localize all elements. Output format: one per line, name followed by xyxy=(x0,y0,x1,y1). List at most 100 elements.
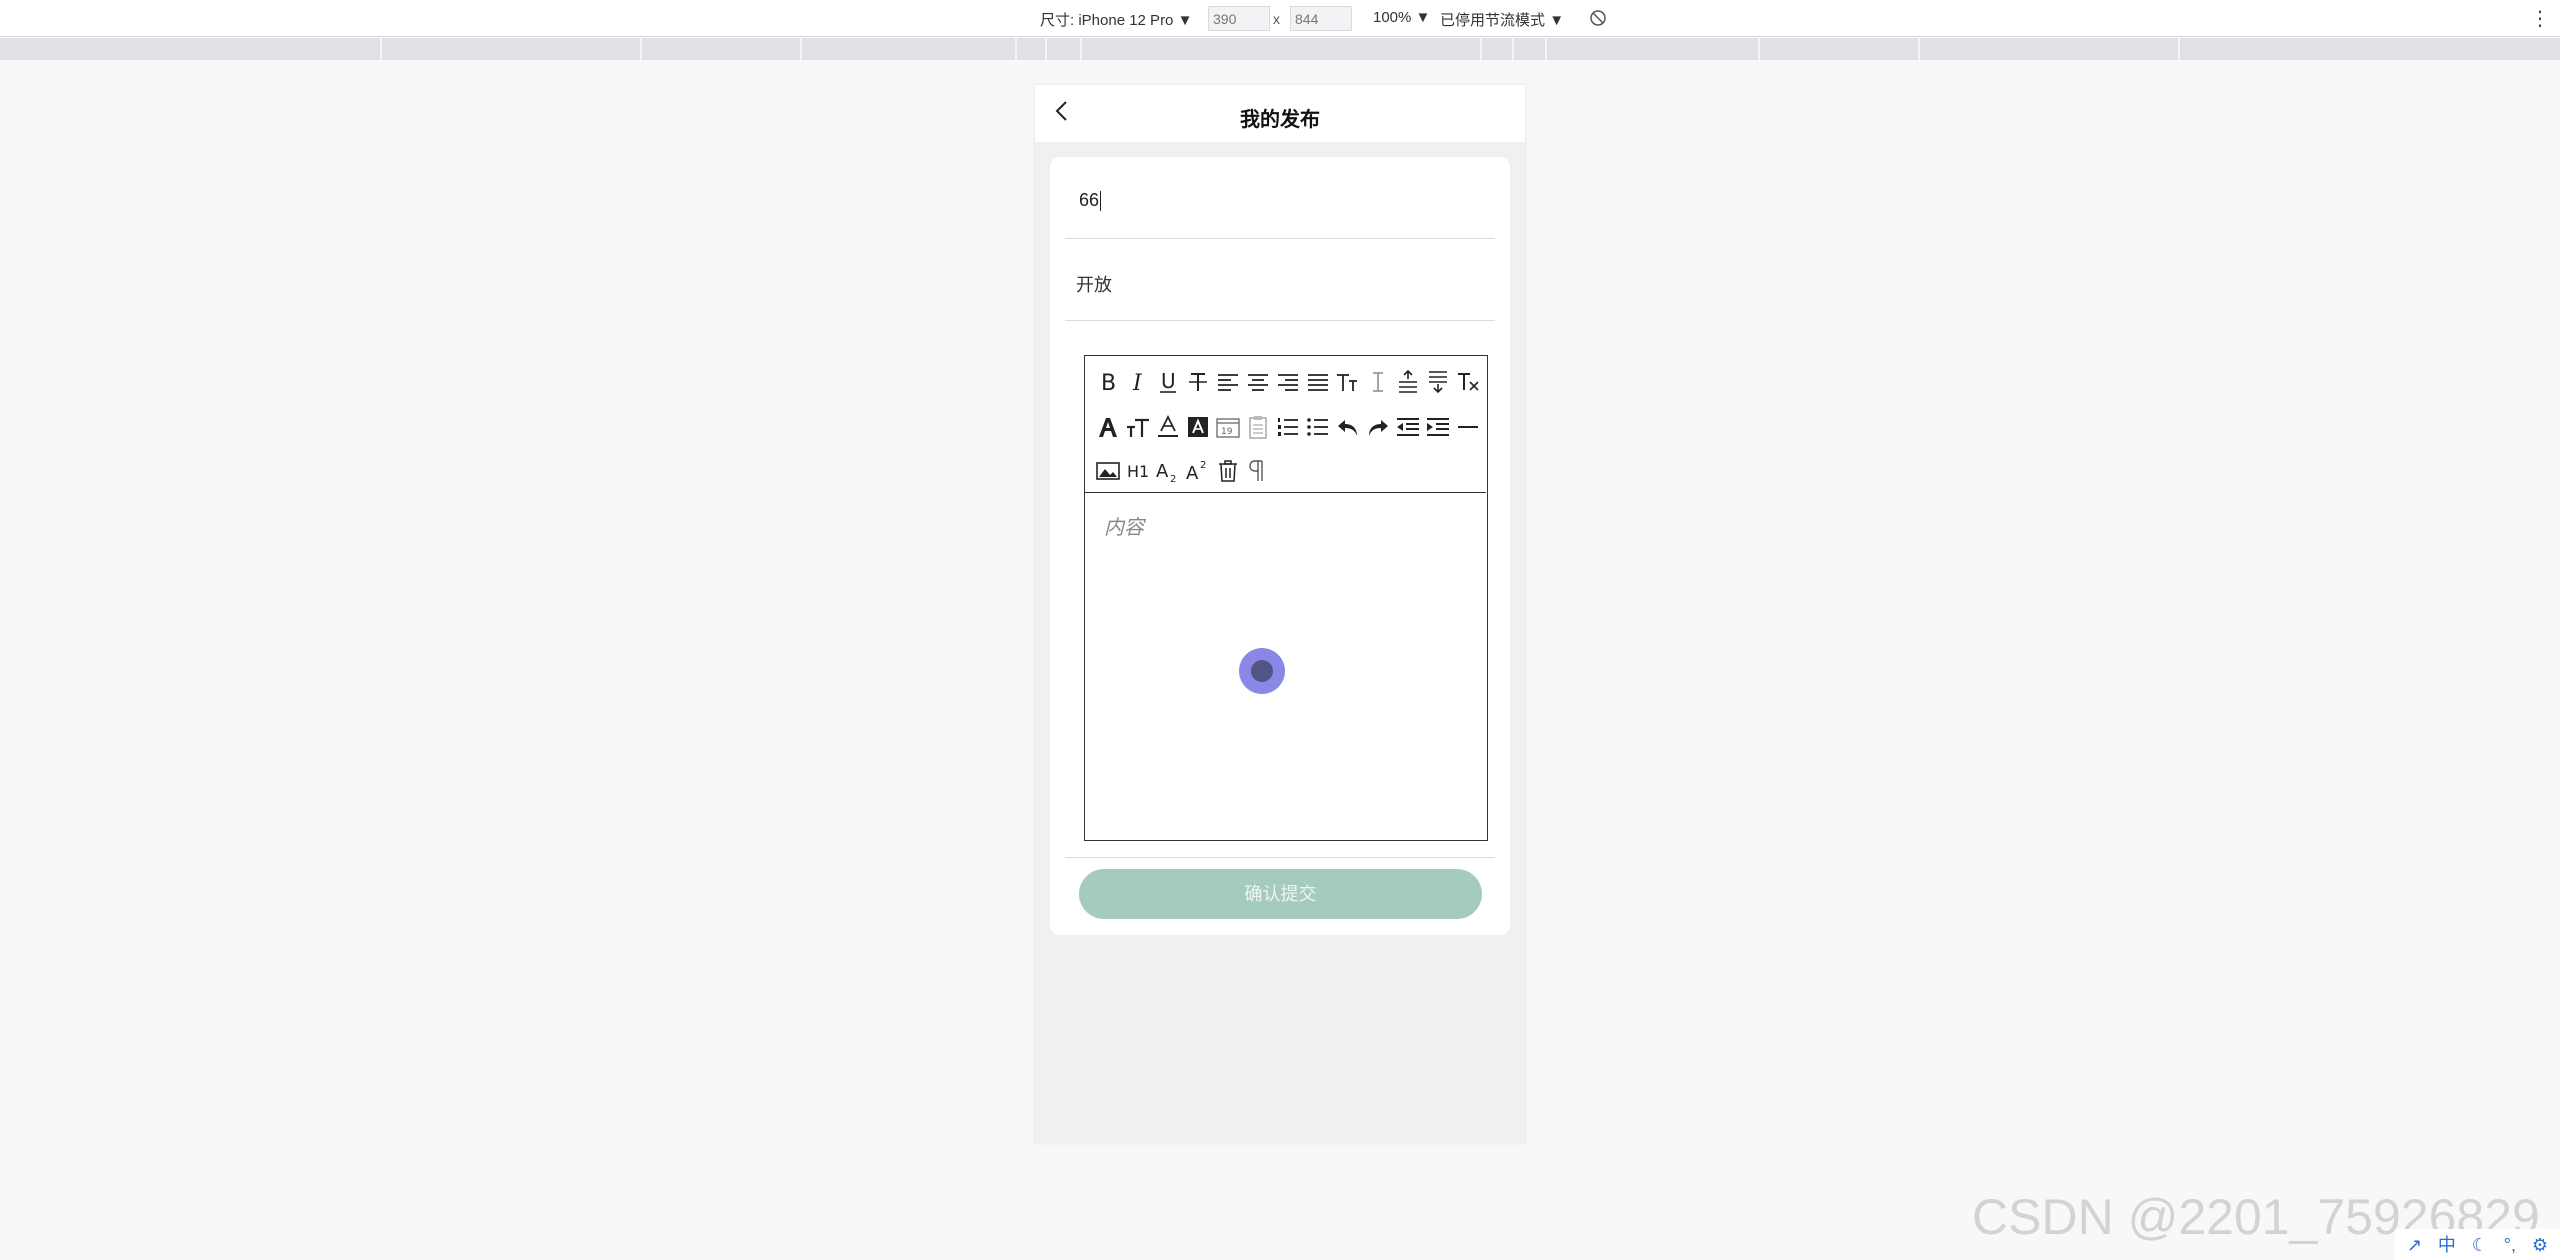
divider xyxy=(1065,857,1495,858)
align-center-icon xyxy=(1248,374,1268,391)
ordered-list-icon xyxy=(1278,418,1298,436)
align-justify-button[interactable] xyxy=(1303,367,1333,397)
dimension-separator: x xyxy=(1273,11,1280,27)
nav-bar: 我的发布 xyxy=(1035,85,1525,142)
bold-button[interactable]: B xyxy=(1093,367,1123,397)
horizontal-rule-icon xyxy=(1458,426,1478,428)
ime-punctuation-icon[interactable]: °, xyxy=(2504,1236,2516,1254)
media-query-ruler xyxy=(0,38,2560,60)
paragraph-spacing-icon xyxy=(1429,371,1447,394)
ruler-segment[interactable] xyxy=(1918,38,1920,60)
align-right-button[interactable] xyxy=(1273,367,1303,397)
letter-spacing-button[interactable] xyxy=(1363,367,1393,397)
throttle-select[interactable]: 已停用节流模式 ▼ xyxy=(1440,9,1564,30)
dropdown-arrow-icon: ▼ xyxy=(1549,12,1565,29)
publish-form: 66 开放 B I U 19 H1 A 2 A 2 内容 确认提交 xyxy=(1050,157,1510,935)
svg-text:2: 2 xyxy=(1170,474,1176,484)
trash-icon xyxy=(1219,460,1237,482)
ruler-segment[interactable] xyxy=(1015,38,1017,60)
ruler-segment[interactable] xyxy=(640,38,642,60)
clear-format-button[interactable] xyxy=(1453,367,1483,397)
date-button[interactable]: 19 xyxy=(1213,412,1243,442)
svg-text:A: A xyxy=(1186,463,1199,484)
ruler-segment[interactable] xyxy=(1545,38,1547,60)
redo-button[interactable] xyxy=(1363,412,1393,442)
align-left-button[interactable] xyxy=(1213,367,1243,397)
submit-button[interactable]: 确认提交 xyxy=(1079,869,1482,919)
align-center-button[interactable] xyxy=(1243,367,1273,397)
heading-button[interactable]: H1 xyxy=(1123,456,1153,486)
status-picker[interactable]: 开放 xyxy=(1065,239,1495,321)
ime-settings-icon[interactable]: ⚙ xyxy=(2532,1236,2548,1254)
text-transform-button[interactable] xyxy=(1333,367,1363,397)
bullet-list-button[interactable] xyxy=(1303,412,1333,442)
ruler-segment[interactable] xyxy=(800,38,802,60)
ruler-segment[interactable] xyxy=(1480,38,1482,60)
svg-text:H1: H1 xyxy=(1127,462,1149,481)
paragraph-mark-icon xyxy=(1249,460,1263,481)
bullet-list-icon xyxy=(1307,418,1328,436)
ime-expand-icon[interactable]: ↗ xyxy=(2407,1236,2422,1254)
editor-content-area[interactable]: 内容 xyxy=(1085,493,1486,839)
ruler-segment[interactable] xyxy=(2178,38,2180,60)
page-title: 我的发布 xyxy=(1240,109,1320,131)
undo-button[interactable] xyxy=(1333,412,1363,442)
horizontal-rule-button[interactable] xyxy=(1453,412,1483,442)
rotate-icon[interactable] xyxy=(1588,8,1608,28)
calendar-icon: 19 xyxy=(1216,418,1240,438)
subscript-button[interactable]: A2 xyxy=(1153,456,1183,486)
ime-chinese-mode-icon[interactable]: 中 xyxy=(2438,1236,2456,1254)
font-size-icon xyxy=(1127,418,1149,437)
viewport-width-input[interactable]: 390 xyxy=(1208,6,1270,31)
ordered-list-button[interactable] xyxy=(1273,412,1303,442)
more-options-icon[interactable]: ⋮ xyxy=(2530,6,2550,31)
clear-format-icon xyxy=(1458,373,1479,391)
background-color-button[interactable] xyxy=(1183,412,1213,442)
font-family-button[interactable] xyxy=(1093,412,1123,442)
outdent-button[interactable] xyxy=(1393,412,1423,442)
toolbar-row: B I U xyxy=(1093,367,1483,397)
superscript-button[interactable]: A2 xyxy=(1183,456,1213,486)
dropdown-arrow-icon: ▼ xyxy=(1177,12,1193,29)
svg-text:U: U xyxy=(1161,369,1176,393)
ruler-segment[interactable] xyxy=(1758,38,1760,60)
title-input-value: 66 xyxy=(1079,190,1100,210)
line-height-up-button[interactable] xyxy=(1393,367,1423,397)
phone-viewport: 我的发布 66 开放 B I U 19 H1 A 2 A 2 内容 确认提交 xyxy=(1035,85,1525,1143)
ruler-segment[interactable] xyxy=(1045,38,1047,60)
outdent-icon xyxy=(1397,418,1419,436)
subscript-icon: A2 xyxy=(1156,461,1176,484)
strikethrough-button[interactable] xyxy=(1183,367,1213,397)
undo-icon xyxy=(1338,420,1357,436)
toolbar-row: H1 A2 A2 xyxy=(1093,456,1273,486)
bold-icon: B xyxy=(1101,371,1116,395)
font-color-button[interactable] xyxy=(1153,412,1183,442)
font-family-icon xyxy=(1099,418,1117,437)
font-size-button[interactable] xyxy=(1123,412,1153,442)
underline-button[interactable]: U xyxy=(1153,367,1183,397)
viewport-height-input[interactable]: 844 xyxy=(1290,6,1352,31)
clipboard-icon xyxy=(1249,416,1267,439)
rich-text-editor: B I U 19 H1 A 2 A 2 内容 xyxy=(1084,355,1488,841)
image-icon xyxy=(1096,462,1120,480)
paragraph-mark-button[interactable] xyxy=(1243,456,1273,486)
image-button[interactable] xyxy=(1093,456,1123,486)
clipboard-button[interactable] xyxy=(1243,412,1273,442)
ruler-segment[interactable] xyxy=(380,38,382,60)
ruler-segment[interactable] xyxy=(1080,38,1082,60)
title-input[interactable]: 66 xyxy=(1065,157,1495,239)
clear-all-button[interactable] xyxy=(1213,456,1243,486)
italic-icon: I xyxy=(1132,371,1143,395)
ime-moon-icon[interactable]: ☾ xyxy=(2472,1236,2488,1254)
device-select[interactable]: 尺寸: iPhone 12 Pro ▼ xyxy=(1040,9,1192,30)
ruler-segment[interactable] xyxy=(1512,38,1514,60)
italic-button[interactable]: I xyxy=(1123,367,1153,397)
svg-text:2: 2 xyxy=(1200,460,1206,471)
svg-text:19: 19 xyxy=(1221,427,1233,437)
toolbar-row: 19 xyxy=(1093,412,1483,442)
align-left-icon xyxy=(1218,374,1238,391)
zoom-select[interactable]: 100% ▼ xyxy=(1373,9,1430,26)
line-height-down-button[interactable] xyxy=(1423,367,1453,397)
indent-icon xyxy=(1427,418,1449,436)
indent-button[interactable] xyxy=(1423,412,1453,442)
